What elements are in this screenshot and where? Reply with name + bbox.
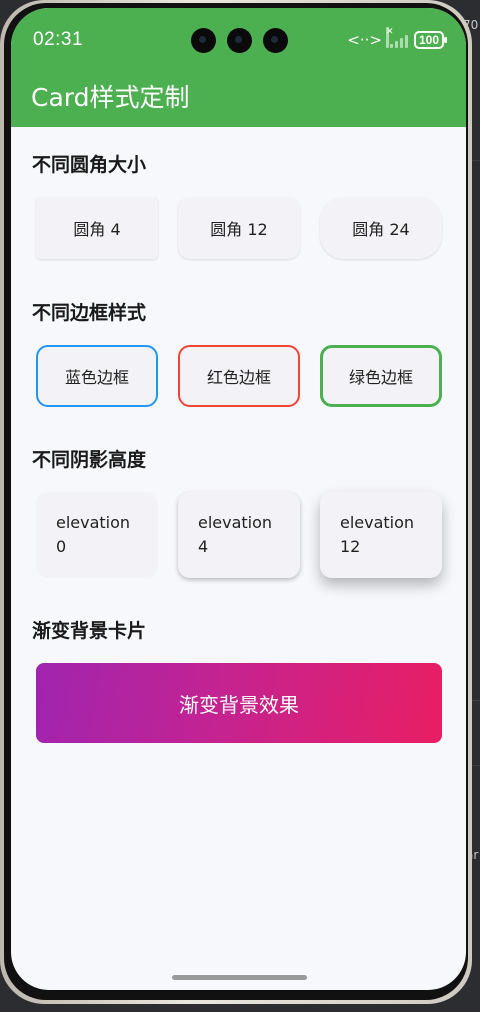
status-time: 02:31 xyxy=(33,29,84,50)
card-value: 0 xyxy=(56,537,67,556)
card-label: elevation xyxy=(340,513,415,532)
camera-icon xyxy=(263,28,288,53)
phone-screen: 02:31 <··> ✕ 100 Card样式定制 不同圆角大小 圆角 4 圆角… xyxy=(11,8,466,990)
card-border-green[interactable]: 绿色边框 xyxy=(320,345,442,407)
card-value: 4 xyxy=(198,537,209,556)
card-radius-4[interactable]: 圆角 4 xyxy=(36,197,158,259)
signal-icon: ✕ xyxy=(385,27,408,48)
battery-icon: 100 xyxy=(413,31,448,49)
page-title: Card样式定制 xyxy=(31,83,190,112)
home-indicator[interactable] xyxy=(172,975,307,980)
section-title-radius: 不同圆角大小 xyxy=(32,154,147,176)
card-elevation-0[interactable]: elevation 0 xyxy=(36,492,158,578)
app-bar: 02:31 <··> ✕ 100 Card样式定制 xyxy=(11,8,466,127)
card-label: elevation xyxy=(198,513,273,532)
camera-icon xyxy=(227,28,252,53)
card-elevation-12[interactable]: elevation 12 xyxy=(320,492,442,578)
card-value: 12 xyxy=(340,537,361,556)
section-title-border: 不同边框样式 xyxy=(32,302,147,324)
data-sync-icon: <··> xyxy=(347,30,382,49)
status-icons: <··> ✕ 100 xyxy=(347,27,448,50)
card-border-red[interactable]: 红色边框 xyxy=(178,345,300,407)
card-elevation-4[interactable]: elevation 4 xyxy=(178,492,300,578)
section-title-elevation: 不同阴影高度 xyxy=(32,449,147,471)
card-radius-24[interactable]: 圆角 24 xyxy=(320,197,442,259)
section-title-gradient: 渐变背景卡片 xyxy=(32,620,147,642)
phone-bezel: 02:31 <··> ✕ 100 Card样式定制 不同圆角大小 圆角 4 圆角… xyxy=(4,3,468,1000)
card-radius-12[interactable]: 圆角 12 xyxy=(178,197,300,259)
card-label: elevation xyxy=(56,513,131,532)
camera-icon xyxy=(191,28,216,53)
card-border-blue[interactable]: 蓝色边框 xyxy=(36,345,158,407)
gradient-card[interactable]: 渐变背景效果 xyxy=(36,663,442,743)
phone-frame: 02:31 <··> ✕ 100 Card样式定制 不同圆角大小 圆角 4 圆角… xyxy=(0,0,472,1004)
